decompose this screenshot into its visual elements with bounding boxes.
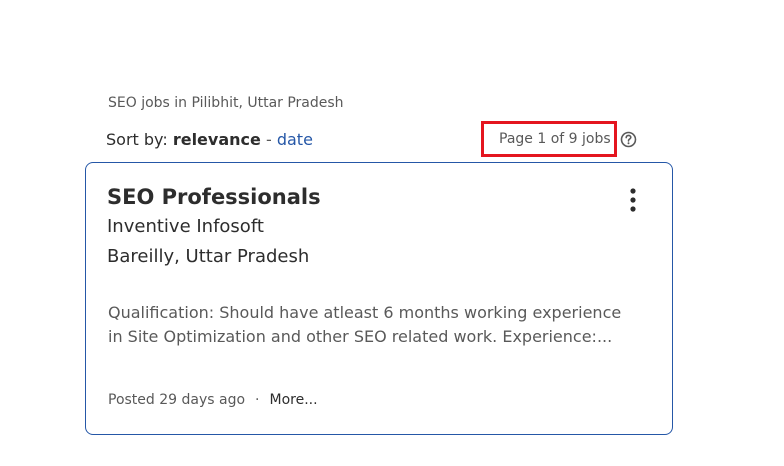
- footer-separator: ·: [255, 392, 260, 408]
- vertical-dots-icon[interactable]: [621, 185, 645, 215]
- search-heading: SEO jobs in Pilibhit, Uttar Pradesh: [108, 95, 344, 111]
- page-count: Page 1 of 9 jobs: [499, 131, 611, 147]
- more-link[interactable]: More...: [270, 392, 318, 408]
- job-footer: Posted 29 days ago · More...: [108, 392, 318, 408]
- question-circle-icon[interactable]: [620, 131, 637, 148]
- sort-row: Sort by: relevance - date: [106, 130, 313, 149]
- sort-separator: -: [265, 130, 272, 149]
- sort-label: Sort by:: [106, 130, 168, 149]
- job-snippet: Qualification: Should have atleast 6 mon…: [108, 303, 622, 346]
- sort-date-link[interactable]: date: [277, 130, 313, 149]
- sort-relevance: relevance: [172, 130, 261, 149]
- job-location: Bareilly, Uttar Pradesh: [107, 246, 310, 267]
- posted-date: Posted 29 days ago: [108, 392, 246, 408]
- company-name: Inventive Infosoft: [107, 216, 264, 237]
- job-card[interactable]: SEO Professionals Inventive Infosoft Bar…: [85, 162, 673, 435]
- job-title[interactable]: SEO Professionals: [107, 185, 321, 209]
